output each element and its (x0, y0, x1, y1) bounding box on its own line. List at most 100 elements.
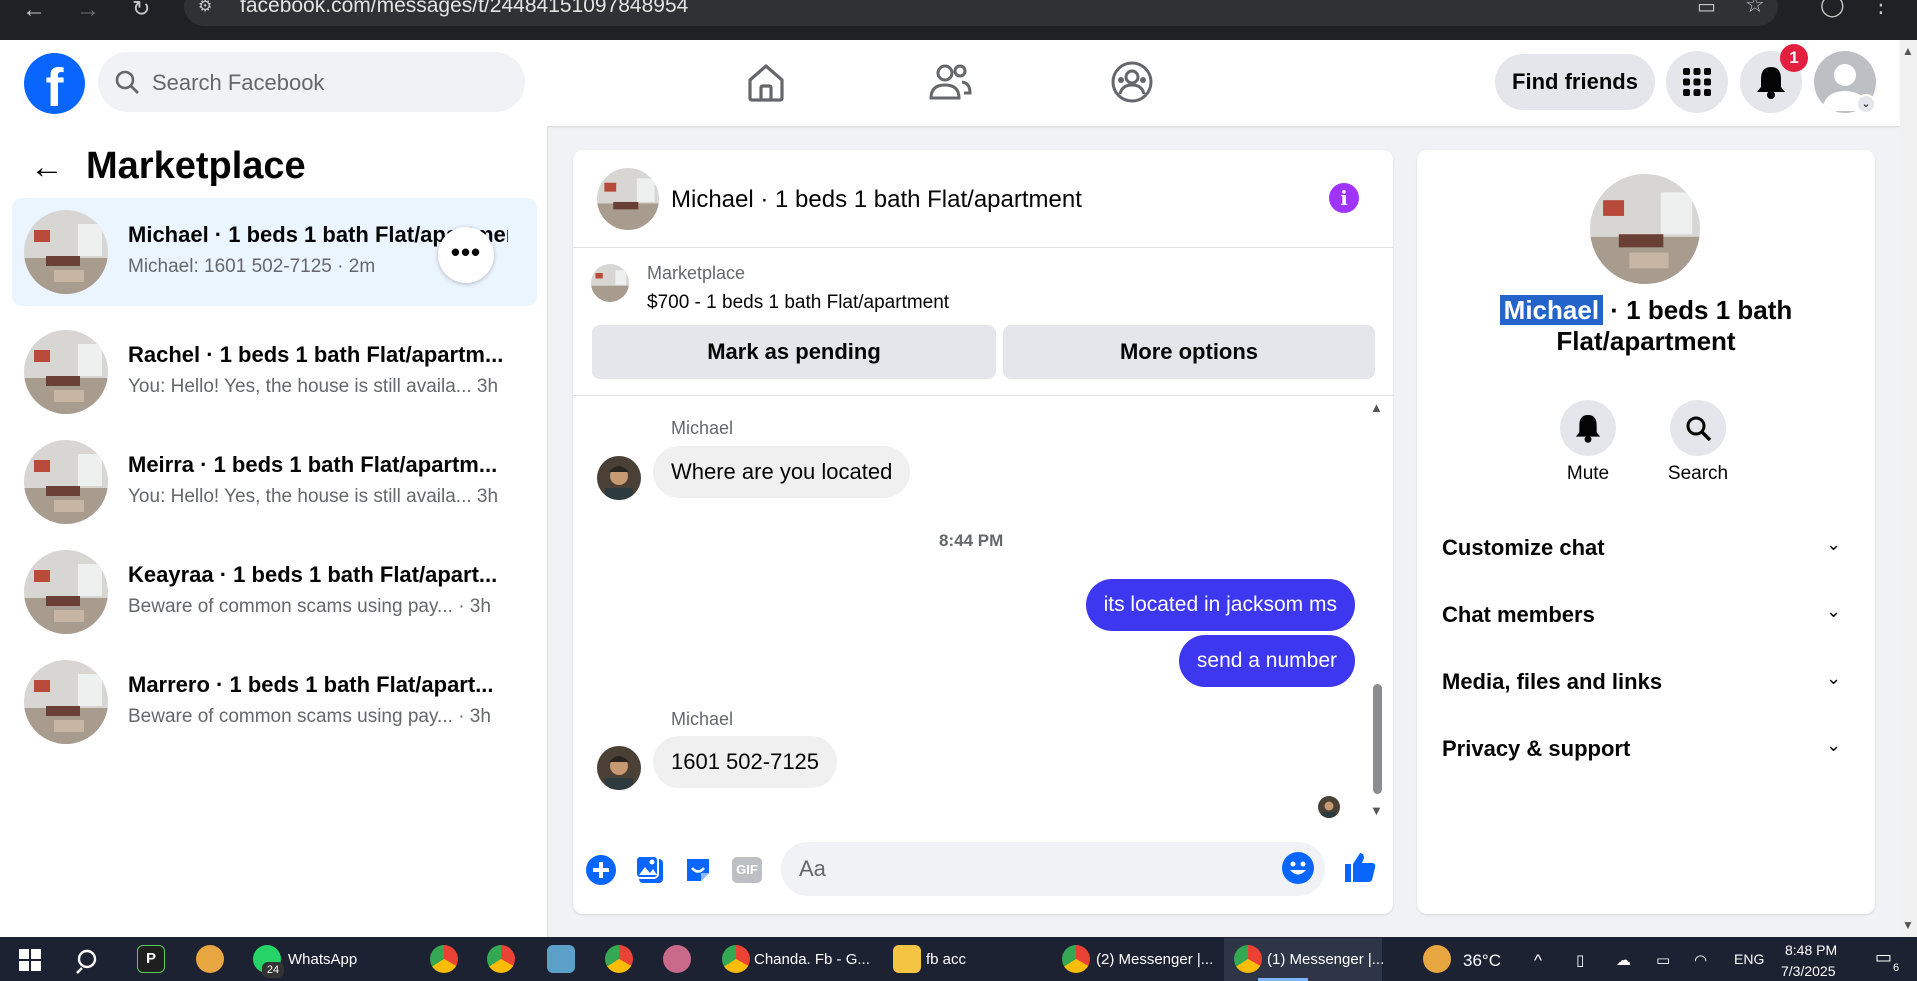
folder-icon[interactable] (893, 945, 921, 973)
divider (573, 247, 1393, 248)
notification-center-icon[interactable]: ▭ (1875, 947, 1892, 968)
facebook-logo-icon[interactable]: f (24, 53, 85, 114)
back-icon[interactable]: ← (22, 0, 46, 24)
details-avatar[interactable] (1590, 174, 1700, 284)
chat-scrollbar[interactable] (1373, 684, 1382, 794)
chat-header-avatar[interactable] (597, 168, 659, 230)
app-icon[interactable]: P (137, 945, 165, 973)
conversation-item[interactable]: Rachel · 1 beds 1 bath Flat/apartm... You… (12, 318, 537, 426)
clock-time[interactable]: 8:48 PM (1785, 942, 1837, 958)
conversation-preview: Beware of common scams using pay... · 3h (128, 706, 491, 728)
chevron-down-icon[interactable]: ⌄ (1826, 668, 1841, 689)
page-title: Marketplace (86, 145, 306, 187)
chevron-down-icon[interactable]: ⌄ (1856, 94, 1876, 114)
chevron-down-icon[interactable]: ⌄ (1826, 601, 1841, 622)
app-icon[interactable] (547, 945, 575, 973)
friends-icon[interactable] (926, 58, 974, 106)
outgoing-message[interactable]: its located in jacksom ms (1085, 579, 1355, 631)
whatsapp-label[interactable]: WhatsApp (288, 951, 357, 968)
listing-thumbnail[interactable] (591, 264, 629, 302)
preview-text: Beware of common scams using pay... (128, 596, 453, 617)
install-icon[interactable]: ▭ (1697, 0, 1716, 19)
reload-icon[interactable]: ↻ (132, 0, 150, 22)
media-files-links-row[interactable]: Media, files and links (1442, 669, 1662, 695)
url-text[interactable]: facebook.com/messages/t/2448415109784895… (240, 0, 688, 18)
privacy-support-row[interactable]: Privacy & support (1442, 736, 1630, 762)
conversation-options-button[interactable]: ••• (438, 227, 494, 283)
search-icon[interactable] (76, 948, 102, 974)
plus-circle-icon[interactable] (586, 855, 616, 885)
outgoing-message[interactable]: send a number (1178, 635, 1355, 687)
gif-icon[interactable]: GIF (732, 857, 762, 883)
forward-icon[interactable]: → (76, 0, 100, 24)
chevron-down-icon[interactable]: ⌄ (1826, 735, 1841, 756)
menu-button[interactable] (1666, 51, 1728, 113)
taskbar-folder-label[interactable]: fb acc (926, 951, 966, 968)
scroll-down-icon[interactable]: ▼ (1902, 918, 1914, 932)
emoji-icon[interactable] (1282, 852, 1314, 884)
taskbar-window-label[interactable]: (2) Messenger |... (1096, 951, 1213, 968)
back-arrow-icon[interactable]: ← (30, 148, 64, 187)
mark-as-pending-button[interactable]: Mark as pending (592, 325, 996, 379)
app-icon[interactable] (196, 945, 224, 973)
scroll-up-icon[interactable]: ▲ (1902, 44, 1914, 58)
message-placeholder: Aa (799, 856, 826, 881)
find-friends-button[interactable]: Find friends (1495, 54, 1655, 110)
sticker-icon[interactable] (683, 855, 713, 885)
scroll-up-icon[interactable]: ▲ (1370, 400, 1383, 415)
conversation-item[interactable]: Keayraa · 1 beds 1 bath Flat/apart... Bew… (12, 538, 537, 646)
device-icon[interactable]: ▯ (1576, 951, 1584, 969)
sender-avatar[interactable] (597, 456, 641, 500)
cloud-icon[interactable]: ☁ (1616, 951, 1631, 969)
listing-price-title[interactable]: $700 - 1 beds 1 bath Flat/apartment (647, 292, 949, 314)
wifi-icon[interactable]: ◠ (1694, 951, 1707, 969)
sender-avatar[interactable] (597, 746, 641, 790)
site-info-icon[interactable]: ⚙ (198, 0, 212, 16)
photo-icon[interactable] (635, 855, 665, 885)
chevron-down-icon[interactable]: ⌄ (1826, 534, 1841, 555)
thumbs-up-icon[interactable] (1343, 850, 1377, 884)
home-icon[interactable] (742, 58, 790, 106)
selected-name-text[interactable]: Michael (1499, 295, 1604, 325)
clock-date[interactable]: 7/3/2025 (1781, 963, 1836, 979)
info-icon[interactable]: i (1329, 183, 1359, 213)
conversation-item[interactable]: Marrero · 1 beds 1 bath Flat/apart... Bew… (12, 648, 537, 756)
battery-icon[interactable]: ▭ (1656, 951, 1670, 969)
chevron-up-icon[interactable]: ^ (1534, 951, 1542, 971)
message-input[interactable] (781, 842, 1325, 896)
chrome-icon[interactable] (1234, 945, 1262, 973)
mute-button[interactable] (1560, 400, 1616, 456)
search-conversation-button[interactable] (1670, 400, 1726, 456)
incoming-message[interactable]: Where are you located (653, 446, 911, 498)
message-timestamp: 8:44 PM (939, 531, 1004, 550)
incoming-message[interactable]: 1601 502-7125 (653, 736, 838, 788)
user-photo-icon (597, 456, 641, 500)
customize-chat-row[interactable]: Customize chat (1442, 535, 1605, 561)
language-indicator[interactable]: ENG (1734, 951, 1764, 967)
weather-icon[interactable] (1423, 945, 1451, 973)
chrome-icon[interactable] (1062, 945, 1090, 973)
chrome-icon[interactable] (722, 945, 750, 973)
bookmark-star-icon[interactable]: ☆ (1745, 0, 1765, 18)
taskbar-window-label[interactable]: Chanda. Fb - G... (754, 951, 870, 968)
chat-members-row[interactable]: Chat members (1442, 602, 1595, 628)
conversation-title: Marrero · 1 beds 1 bath Flat/apart... (128, 672, 494, 697)
chrome-icon[interactable] (605, 945, 633, 973)
chrome-icon[interactable] (487, 945, 515, 973)
chrome-icon[interactable] (430, 945, 458, 973)
weather-temperature[interactable]: 36°C (1463, 951, 1501, 971)
chat-title[interactable]: Michael · 1 beds 1 bath Flat/apartment (671, 186, 1082, 214)
menu-dots-icon[interactable]: ⋮ (1870, 0, 1892, 18)
search-icon (115, 70, 139, 94)
grid-menu-icon (1683, 68, 1711, 96)
page-scrollbar[interactable] (1900, 40, 1917, 937)
listing-photo-icon (24, 440, 108, 524)
conversation-item[interactable]: Meirra · 1 beds 1 bath Flat/apartm... You… (12, 428, 537, 536)
windows-start-icon[interactable] (19, 949, 41, 971)
more-options-button[interactable]: More options (1003, 325, 1375, 379)
profile-icon[interactable]: ◯ (1820, 0, 1845, 18)
app-icon[interactable] (663, 945, 691, 973)
groups-icon[interactable] (1108, 58, 1156, 106)
taskbar-window-label[interactable]: (1) Messenger |... (1267, 951, 1384, 968)
scroll-down-icon[interactable]: ▼ (1370, 803, 1383, 818)
